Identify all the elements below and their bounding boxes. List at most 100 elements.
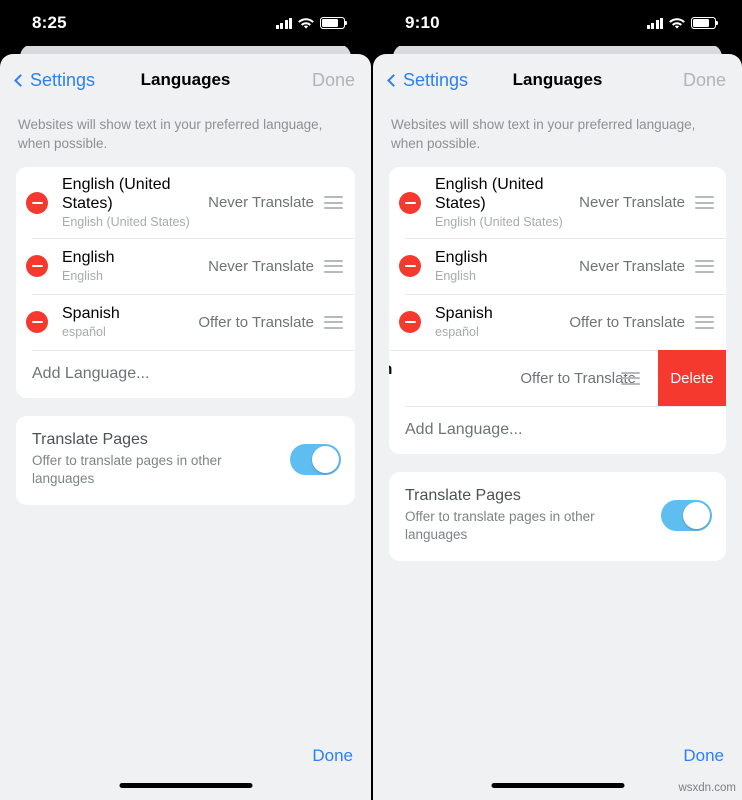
nav-done-button[interactable]: Done xyxy=(312,70,355,91)
reorder-handle-icon[interactable] xyxy=(695,315,714,329)
language-subtitle: español xyxy=(62,324,106,339)
languages-card-left: English (United States) English (United … xyxy=(16,167,355,399)
language-names: English (United States) English (United … xyxy=(62,175,208,230)
language-subtitle: English xyxy=(435,268,476,283)
status-bar: 8:25 xyxy=(0,0,371,46)
add-language-button[interactable]: Add Language... xyxy=(16,350,355,399)
translate-action-label[interactable]: Offer to Translate xyxy=(198,314,314,331)
phone-screenshot-left: 8:25 Settings Languages Done Websites wi… xyxy=(0,0,371,800)
translate-pages-subtitle: Offer to translate pages in other langua… xyxy=(405,509,595,543)
language-names: English (United States) English (United … xyxy=(435,175,579,230)
toggle-knob xyxy=(683,501,710,529)
chevron-left-icon xyxy=(387,73,400,87)
table-row[interactable]: English English Never Translate xyxy=(389,238,726,295)
add-language-button[interactable]: Add Language... xyxy=(389,406,726,455)
remove-language-button[interactable] xyxy=(26,255,48,278)
translate-action-label[interactable]: Never Translate xyxy=(208,258,314,275)
language-title: English xyxy=(435,249,488,267)
translate-action-label[interactable]: Offer to Translate xyxy=(520,370,636,387)
translate-pages-toggle[interactable] xyxy=(290,443,341,475)
translate-pages-title: Translate Pages xyxy=(32,431,148,449)
reorder-handle-icon[interactable] xyxy=(324,315,343,329)
reorder-handle-icon[interactable] xyxy=(695,196,714,210)
translate-pages-texts: Translate Pages Offer to translate pages… xyxy=(405,486,661,544)
language-subtitle: English (United States) xyxy=(435,214,563,229)
language-names: Spanish español xyxy=(62,304,198,340)
language-title: Spanish xyxy=(435,305,493,323)
language-names: Spanish español xyxy=(435,304,569,340)
translate-pages-row[interactable]: Translate Pages Offer to translate pages… xyxy=(389,472,726,561)
nav-bar-right: Settings Languages Done xyxy=(373,54,742,106)
language-names: ench nçais xyxy=(389,360,520,396)
translate-pages-card-right: Translate Pages Offer to translate pages… xyxy=(389,472,726,561)
language-subtitle: español xyxy=(435,324,479,339)
wifi-icon xyxy=(298,17,314,29)
table-row[interactable]: English English Never Translate xyxy=(16,238,355,295)
table-row[interactable]: Spanish español Offer to Translate xyxy=(16,294,355,351)
battery-icon xyxy=(691,17,719,29)
cellular-signal-icon xyxy=(275,17,292,29)
status-time: 9:10 xyxy=(405,13,440,32)
sheet-body-right: Websites will show text in your preferre… xyxy=(373,106,742,561)
remove-language-button[interactable] xyxy=(26,191,48,214)
status-time: 8:25 xyxy=(32,13,67,32)
languages-sheet-left: Settings Languages Done Websites will sh… xyxy=(0,54,371,800)
translate-pages-title: Translate Pages xyxy=(405,487,521,505)
table-row[interactable]: English (United States) English (United … xyxy=(389,167,726,239)
reorder-handle-icon[interactable] xyxy=(695,259,714,273)
language-names: English English xyxy=(435,248,579,284)
back-label: Settings xyxy=(403,69,469,90)
status-icons xyxy=(275,17,348,29)
remove-language-button[interactable] xyxy=(26,311,48,334)
table-row-swiped[interactable]: ench nçais Offer to Translate Delete xyxy=(389,350,726,407)
bottom-done-button[interactable]: Done xyxy=(312,746,353,766)
reorder-handle-icon[interactable] xyxy=(324,196,343,210)
language-title: English xyxy=(62,249,115,267)
back-to-settings-button[interactable]: Settings xyxy=(387,69,469,91)
reorder-handle-icon[interactable] xyxy=(324,259,343,273)
description-text: Websites will show text in your preferre… xyxy=(18,117,323,151)
status-icons xyxy=(646,17,719,29)
phone-screenshot-right: 9:10 Settings Languages Done Websites wi… xyxy=(371,0,742,800)
language-subtitle: English xyxy=(62,268,103,283)
remove-language-button[interactable] xyxy=(399,191,421,214)
translate-action-label[interactable]: Offer to Translate xyxy=(569,314,685,331)
translate-pages-row[interactable]: Translate Pages Offer to translate pages… xyxy=(16,416,355,505)
watermark: wsxdn.com xyxy=(678,782,736,794)
language-title: English (United States) xyxy=(435,176,544,213)
translate-pages-toggle[interactable] xyxy=(661,499,712,531)
language-title: English (United States) xyxy=(62,176,171,213)
language-names: English English xyxy=(62,248,208,284)
chevron-left-icon xyxy=(14,73,27,87)
nav-bar-left: Settings Languages Done xyxy=(0,54,371,106)
translate-pages-texts: Translate Pages Offer to translate pages… xyxy=(32,430,290,488)
translate-pages-card-left: Translate Pages Offer to translate pages… xyxy=(16,416,355,505)
reorder-handle-icon[interactable] xyxy=(621,371,640,385)
remove-language-button[interactable] xyxy=(399,255,421,278)
back-to-settings-button[interactable]: Settings xyxy=(14,70,95,91)
screenshot-stage: 8:25 Settings Languages Done Websites wi… xyxy=(0,0,742,800)
language-subtitle: nçais xyxy=(389,381,520,397)
table-row[interactable]: English (United States) English (United … xyxy=(16,167,355,239)
home-indicator xyxy=(491,783,624,788)
delete-language-button[interactable]: Delete xyxy=(658,350,726,407)
translate-action-label[interactable]: Never Translate xyxy=(579,258,685,275)
toggle-knob xyxy=(312,445,339,473)
language-title: Spanish xyxy=(62,305,120,323)
translate-action-label[interactable]: Never Translate xyxy=(579,194,685,211)
nav-done-button[interactable]: Done xyxy=(683,70,726,91)
description-text: Websites will show text in your preferre… xyxy=(391,117,696,151)
cellular-signal-icon xyxy=(646,17,663,29)
translate-pages-subtitle: Offer to translate pages in other langua… xyxy=(32,453,222,487)
languages-sheet-right: Settings Languages Done Websites will sh… xyxy=(373,54,742,800)
sheet-body-left: Websites will show text in your preferre… xyxy=(0,106,371,505)
remove-language-button[interactable] xyxy=(399,311,421,334)
status-bar: 9:10 xyxy=(373,0,742,46)
languages-card-right: English (United States) English (United … xyxy=(389,167,726,455)
bottom-done-button[interactable]: Done xyxy=(683,746,724,766)
translate-action-label[interactable]: Never Translate xyxy=(208,194,314,211)
table-row[interactable]: Spanish español Offer to Translate xyxy=(389,294,726,351)
battery-icon xyxy=(320,17,348,29)
wifi-icon xyxy=(669,17,685,29)
home-indicator xyxy=(119,783,252,788)
